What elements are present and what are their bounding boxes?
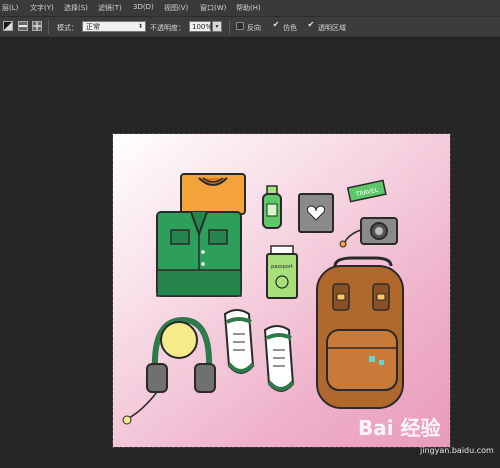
headphones-illustration: [122, 316, 216, 425]
bottle-illustration: [262, 185, 282, 229]
menu-filter[interactable]: 滤镜(T): [98, 3, 122, 13]
dither-checkbox[interactable]: ✔: [272, 21, 280, 30]
menu-window[interactable]: 窗口(W): [200, 3, 226, 13]
options-bar: 模式： 正常 ⬍ 不透明度： 100% ▾ 反向 ✔ 仿色 ✔ 透明区域: [0, 17, 500, 38]
green-shirt-illustration: [156, 211, 242, 297]
travel-ticket-illustration: TRAVEL: [346, 179, 387, 203]
mode-value: 正常: [86, 23, 100, 31]
opacity-dropdown-button[interactable]: ▾: [212, 21, 222, 32]
watermark-logo: Bai 经验: [358, 416, 441, 440]
linear-gradient-icon[interactable]: [18, 21, 28, 31]
opacity-input[interactable]: 100%: [189, 21, 213, 32]
menu-layer[interactable]: 层(L): [2, 3, 18, 13]
opacity-value: 100%: [192, 23, 213, 31]
menu-bar: 层(L) 文字(Y) 选择(S) 滤镜(T) 3D(D) 视图(V) 窗口(W)…: [0, 0, 500, 17]
transparency-label: 透明区域: [318, 24, 346, 32]
menu-3d[interactable]: 3D(D): [133, 3, 154, 11]
separator: [48, 20, 49, 34]
separator: [229, 20, 230, 34]
travel-illustration: TRAVEL passport: [122, 173, 404, 425]
backpack-illustration: [316, 256, 404, 409]
passport-text: passport: [271, 264, 293, 270]
menu-view[interactable]: 视图(V): [164, 3, 188, 13]
gradient-tool-icon[interactable]: [3, 21, 13, 31]
dropdown-arrow-icon: ⬍: [137, 23, 143, 30]
reverse-checkbox[interactable]: [236, 22, 244, 30]
transparency-checkbox[interactable]: ✔: [307, 21, 315, 30]
reverse-label: 反向: [247, 24, 261, 32]
radial-gradient-icon[interactable]: [32, 21, 42, 31]
watermark-url: jingyan.baidu.com: [420, 446, 494, 455]
orange-shirt-illustration: [180, 173, 246, 215]
camera-illustration: [339, 217, 398, 248]
mode-label: 模式：: [57, 24, 78, 32]
passport-illustration: passport: [266, 245, 298, 299]
menu-help[interactable]: 帮助(H): [236, 3, 261, 13]
sneakers-illustration: [223, 309, 295, 392]
opacity-label: 不透明度：: [150, 24, 185, 32]
menu-select[interactable]: 选择(S): [64, 3, 88, 13]
document-canvas[interactable]: TRAVEL passport: [112, 133, 451, 448]
menu-type[interactable]: 文字(Y): [30, 3, 54, 13]
dither-label: 仿色: [283, 24, 297, 32]
mode-select[interactable]: 正常 ⬍: [82, 21, 146, 32]
baidu-watermark: Bai 经验 jingyan.baidu.com: [358, 412, 498, 462]
notebook-illustration: [298, 193, 334, 233]
